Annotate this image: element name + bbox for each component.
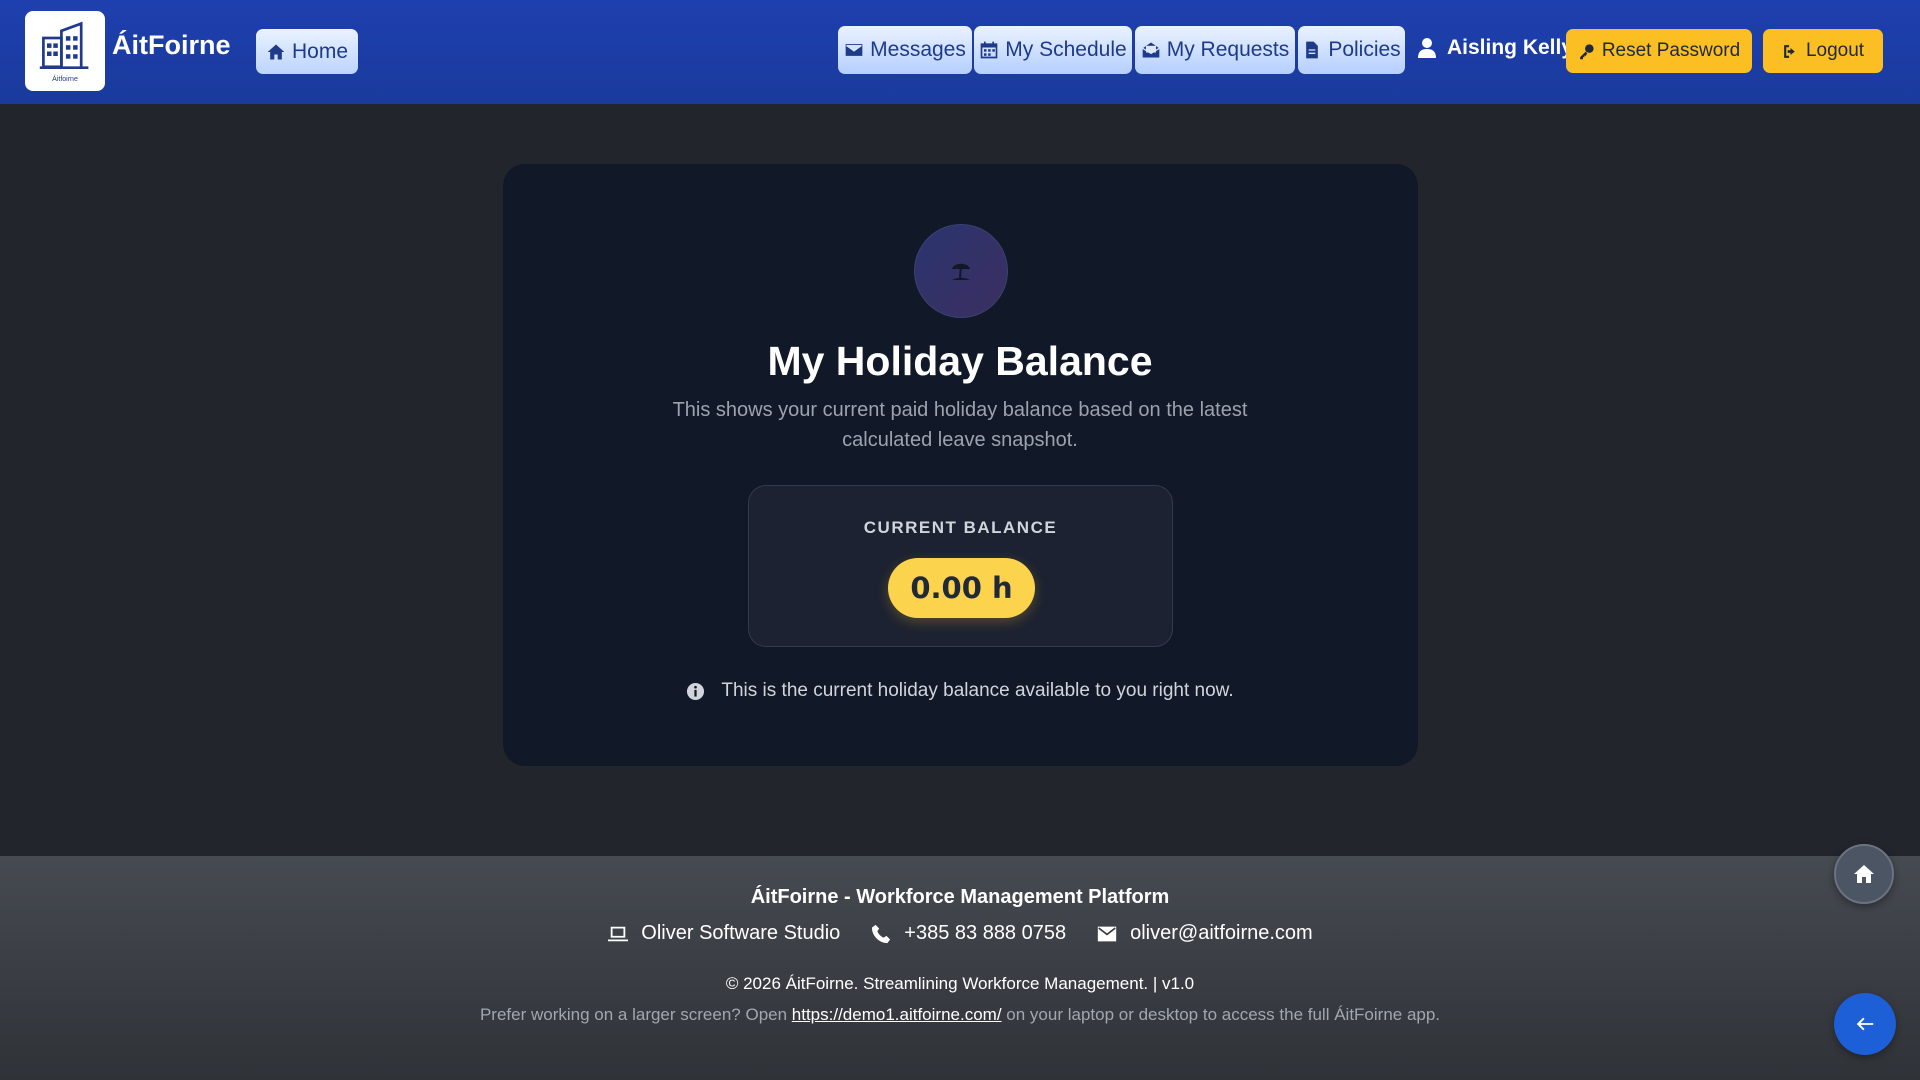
logout-button[interactable]: Logout [1763, 29, 1883, 73]
envelope-open-icon [1142, 42, 1160, 58]
footer-hint-before: Prefer working on a larger screen? Open [479, 1005, 792, 1024]
balance-info-note: This is the current holiday balance avai… [0, 680, 1920, 702]
key-icon [1579, 43, 1594, 59]
nav-messages-label: Messages [870, 38, 966, 61]
envelope-icon [845, 44, 863, 56]
nav-my-schedule[interactable]: My Schedule [974, 26, 1132, 74]
building-icon [39, 21, 89, 69]
footer-desktop-link[interactable]: https://demo1.aitfoirne.com/ [792, 1005, 1002, 1024]
floating-back-button[interactable] [1834, 993, 1896, 1055]
footer-title: ÁitFoirne - Workforce Management Platfor… [750, 886, 1170, 908]
logo-caption: Áitfoirne [52, 75, 78, 83]
footer-phone[interactable]: +385 83 888 0758 [870, 922, 1066, 945]
footer-email-address: oliver@aitfoirne.com [1130, 922, 1313, 944]
reset-password-label: Reset Password [1601, 40, 1741, 61]
nav-messages[interactable]: Messages [838, 26, 972, 74]
holiday-balance-card [503, 164, 1418, 766]
arrow-left-icon [1856, 1017, 1874, 1031]
home-icon [1854, 865, 1874, 883]
footer-phone-number: +385 83 888 0758 [904, 922, 1067, 944]
footer-contacts: Oliver Software Studio +385 83 888 0758 … [0, 922, 1920, 945]
user-name-label: Aisling Kelly [1447, 36, 1574, 59]
phone-icon [872, 924, 891, 943]
nav-policies[interactable]: Policies [1298, 26, 1405, 74]
current-balance-label: CURRENT BALANCE [863, 518, 1058, 537]
user-icon [1418, 38, 1436, 58]
logout-icon [1784, 44, 1795, 58]
home-icon [267, 44, 285, 59]
top-navbar: Áitfoirne ÁitFoirne Home Messages My Sch… [0, 0, 1920, 104]
page-description: This shows your current paid holiday bal… [672, 399, 1248, 451]
envelope-icon [1097, 926, 1117, 941]
footer-email[interactable]: oliver@aitfoirne.com [1096, 922, 1313, 945]
reset-password-button[interactable]: Reset Password [1566, 29, 1752, 73]
page-title: My Holiday Balance [767, 338, 1153, 384]
floating-home-button[interactable] [1834, 844, 1894, 904]
info-icon [687, 682, 705, 700]
nav-my-schedule-label: My Schedule [1005, 38, 1127, 61]
current-balance-value: 0.00 h [888, 558, 1035, 618]
user-profile[interactable]: Aisling Kelly [1417, 36, 1573, 60]
laptop-icon [608, 926, 629, 941]
document-icon [1306, 41, 1319, 59]
home-button-label: Home [291, 39, 349, 63]
app-logo[interactable]: Áitfoirne [25, 11, 105, 91]
home-button[interactable]: Home [256, 29, 358, 74]
footer-company: Oliver Software Studio [607, 922, 840, 945]
calendar-icon [980, 41, 998, 59]
nav-my-requests[interactable]: My Requests [1135, 26, 1295, 74]
balance-info-text: This is the current holiday balance avai… [721, 680, 1234, 701]
umbrella-beach-icon [914, 224, 1008, 318]
footer-desktop-hint: Prefer working on a larger screen? Open … [0, 1005, 1920, 1025]
nav-my-requests-label: My Requests [1166, 38, 1290, 61]
brand-name[interactable]: ÁitFoirne [112, 30, 231, 61]
current-balance-panel: CURRENT BALANCE 0.00 h [748, 485, 1173, 647]
nav-policies-label: Policies [1328, 38, 1401, 61]
logout-label: Logout [1805, 40, 1865, 61]
footer-company-name: Oliver Software Studio [641, 922, 841, 944]
page-footer: ÁitFoirne - Workforce Management Platfor… [0, 856, 1920, 1080]
footer-hint-after: on your laptop or desktop to access the … [1001, 1005, 1441, 1024]
footer-copyright: © 2026 ÁitFoirne. Streamlining Workforce… [725, 974, 1195, 993]
